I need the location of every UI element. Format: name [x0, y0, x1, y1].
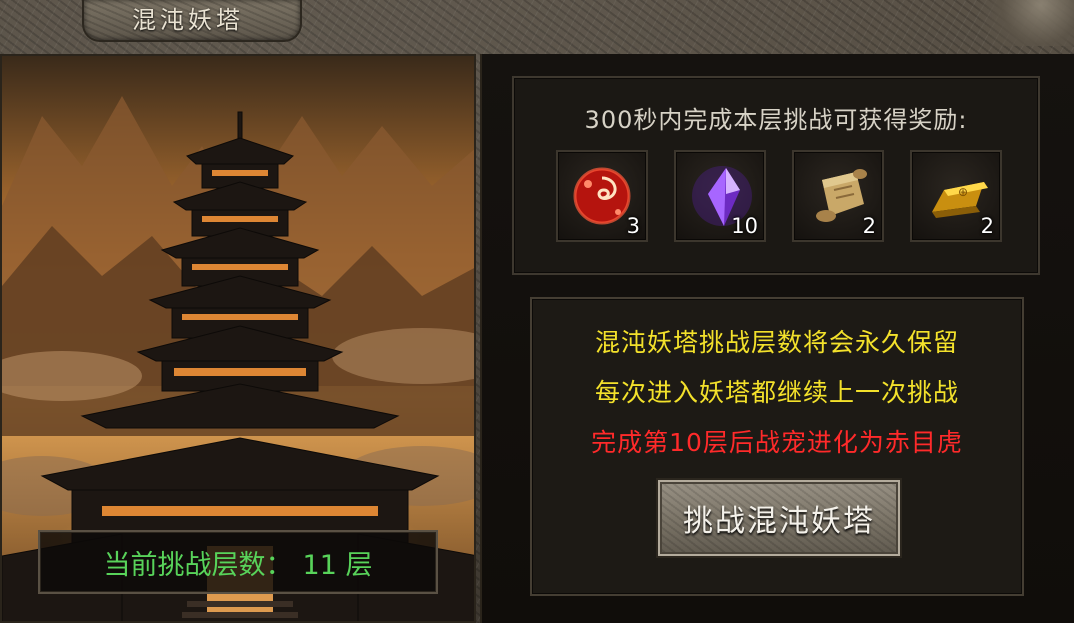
current-floor-label: 当前挑战层数： — [103, 549, 293, 581]
current-floor-value: 11 层 — [302, 549, 373, 581]
reward-count: 2 — [862, 214, 876, 238]
corner-ornament — [964, 0, 1074, 46]
reward-count: 10 — [731, 214, 758, 238]
reward-slot-gold-bar[interactable]: ⊕ 2 — [910, 150, 1002, 242]
reward-count: 2 — [980, 214, 994, 238]
current-floor-panel: 当前挑战层数： 11 层 — [38, 530, 438, 594]
svg-text:⊕: ⊕ — [958, 185, 968, 199]
window-title: 混沌妖塔 — [132, 6, 244, 34]
reward-box: 300秒内完成本层挑战可获得奖励: 3 10 2 ⊕ 2 — [512, 76, 1040, 275]
info-line-2: 每次进入妖塔都继续上一次挑战 — [594, 378, 959, 407]
info-line-1: 混沌妖塔挑战层数将会永久保留 — [594, 328, 959, 357]
reward-slot-scroll[interactable]: 2 — [792, 150, 884, 242]
challenge-tower-button[interactable]: 挑战混沌妖塔 — [656, 478, 902, 558]
reward-title: 300秒内完成本层挑战可获得奖励: — [584, 106, 968, 134]
reward-slot-red-orb[interactable]: 3 — [556, 150, 648, 242]
reward-slot-purple-crystal[interactable]: 10 — [674, 150, 766, 242]
reward-count: 3 — [626, 214, 640, 238]
info-line-3: 完成第10层后战宠进化为赤目虎 — [591, 428, 963, 457]
